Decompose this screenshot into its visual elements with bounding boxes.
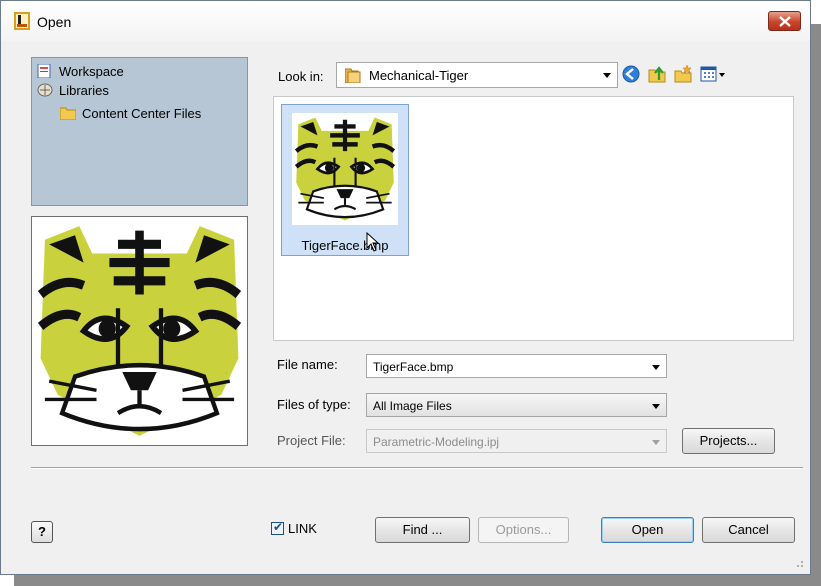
- title-bar[interactable]: Open: [1, 1, 810, 41]
- close-icon: [779, 16, 791, 27]
- new-folder-icon[interactable]: [673, 64, 693, 84]
- projects-button[interactable]: Projects...: [682, 428, 775, 454]
- open-button[interactable]: Open: [601, 517, 694, 543]
- chevron-down-icon: [603, 73, 611, 78]
- lookin-value: Mechanical-Tiger: [369, 68, 469, 83]
- resize-grip-icon[interactable]: [794, 558, 804, 568]
- folder-icon: [345, 68, 361, 83]
- chevron-down-icon: [652, 365, 660, 370]
- file-thumbnail: [292, 113, 398, 225]
- tiger-thumbnail-image: [294, 117, 396, 221]
- link-label: LINK: [288, 521, 317, 536]
- options-button: Options...: [478, 517, 569, 543]
- help-button[interactable]: ?: [31, 521, 53, 543]
- place-content-center[interactable]: Content Center Files: [60, 105, 201, 123]
- place-label: Libraries: [59, 83, 109, 98]
- preview-pane: [31, 216, 248, 446]
- up-folder-icon[interactable]: [647, 64, 667, 84]
- lookin-dropdown[interactable]: Mechanical-Tiger: [336, 62, 618, 88]
- window-title: Open: [37, 14, 72, 30]
- divider: [31, 467, 803, 469]
- back-icon[interactable]: [621, 64, 641, 84]
- place-workspace[interactable]: Workspace: [37, 63, 124, 81]
- file-list[interactable]: TigerFace.bmp: [273, 96, 794, 341]
- mouse-cursor-icon: [366, 232, 380, 252]
- close-button[interactable]: [768, 11, 801, 31]
- project-value: Parametric-Modeling.ipj: [373, 435, 500, 449]
- folder-icon: [60, 107, 76, 120]
- file-item-tigerface[interactable]: TigerFace.bmp: [281, 104, 409, 256]
- help-icon: ?: [38, 524, 46, 539]
- inventor-app-icon: [14, 12, 30, 30]
- checkmark-icon: ✔: [273, 520, 284, 534]
- view-menu-icon[interactable]: [699, 64, 727, 84]
- open-dialog: Open Workspace Libraries Content Center: [0, 0, 811, 575]
- place-label: Content Center Files: [82, 106, 202, 121]
- project-label: Project File:: [277, 433, 346, 448]
- filename-value: TigerFace.bmp: [373, 360, 454, 374]
- cancel-button[interactable]: Cancel: [702, 517, 795, 543]
- place-label: Workspace: [59, 64, 124, 79]
- libraries-icon: [37, 83, 53, 97]
- filename-input[interactable]: TigerFace.bmp: [366, 354, 667, 378]
- workspace-icon: [37, 64, 51, 78]
- filetype-value: All Image Files: [373, 399, 452, 413]
- find-button[interactable]: Find ...: [375, 517, 470, 543]
- chevron-down-icon: [652, 404, 660, 409]
- filetype-dropdown[interactable]: All Image Files: [366, 393, 667, 417]
- place-libraries[interactable]: Libraries: [37, 82, 109, 100]
- link-checkbox[interactable]: ✔: [271, 520, 284, 535]
- tiger-preview-image: [37, 226, 242, 436]
- file-name: TigerFace.bmp: [301, 238, 389, 253]
- chevron-down-icon: [652, 440, 660, 445]
- lookin-label: Look in:: [278, 69, 324, 84]
- filename-label: File name:: [277, 357, 338, 372]
- project-dropdown: Parametric-Modeling.ipj: [366, 429, 667, 453]
- locations-panel: Workspace Libraries Content Center Files: [31, 57, 248, 206]
- filetype-label: Files of type:: [277, 397, 351, 412]
